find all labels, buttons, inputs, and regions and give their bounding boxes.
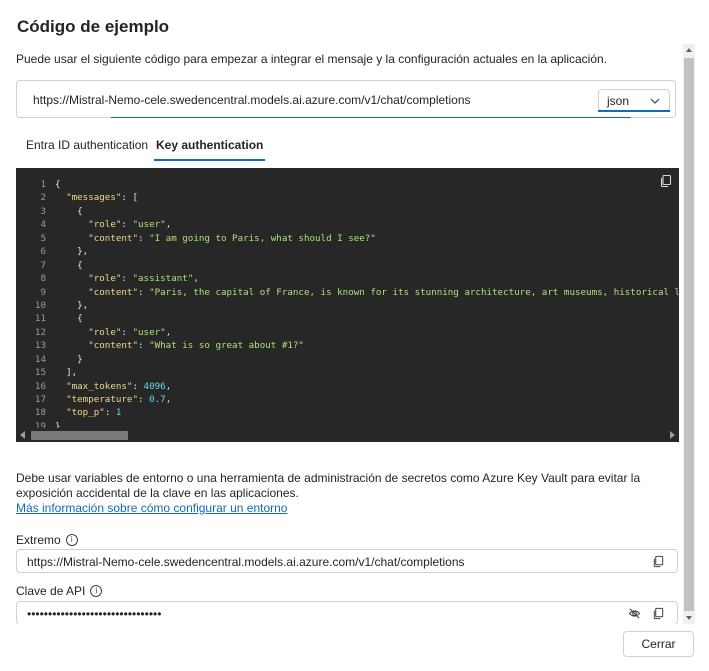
- code-line: 12 "role": "user",: [16, 326, 679, 339]
- scroll-down-arrow[interactable]: [686, 616, 692, 620]
- line-number: 6: [40, 246, 46, 258]
- endpoint-value: https://Mistral-Nemo-cele.swedencentral.…: [27, 555, 465, 569]
- scroll-left-arrow[interactable]: [20, 431, 25, 439]
- code-line: 9 "content": "Paris, the capital of Fran…: [16, 286, 679, 299]
- scrollbar-thumb[interactable]: [31, 431, 128, 440]
- code-line: 17 "temperature": 0.7,: [16, 393, 679, 406]
- copy-icon[interactable]: [659, 174, 673, 188]
- code-text: {: [55, 205, 83, 217]
- dialog-vertical-scrollbar[interactable]: [683, 44, 695, 624]
- code-text: "role": "user",: [88, 326, 172, 338]
- code-line: 5 "content": "I am going to Paris, what …: [16, 232, 679, 245]
- code-text: },: [55, 299, 89, 311]
- tab-key-authentication[interactable]: Key authentication: [154, 138, 266, 161]
- code-line: 7 {: [16, 259, 679, 272]
- code-text: "messages": [: [66, 192, 139, 204]
- scroll-right-arrow[interactable]: [670, 431, 675, 439]
- code-block[interactable]: 1{2 "messages": [3 {4 "role": "user", 5 "…: [16, 168, 679, 442]
- line-number: 2: [40, 192, 46, 204]
- code-line: 6 },: [16, 245, 679, 258]
- code-text: "content": "Paris, the capital of France…: [88, 286, 679, 298]
- url-underline: [111, 117, 631, 118]
- endpoint-field[interactable]: https://Mistral-Nemo-cele.swedencentral.…: [16, 549, 678, 573]
- line-number: 12: [34, 326, 46, 338]
- info-icon[interactable]: i: [65, 534, 78, 546]
- line-number: 18: [34, 407, 46, 419]
- line-number: 14: [34, 353, 46, 365]
- code-line: 3 {: [16, 205, 679, 218]
- more-info-link[interactable]: Más información sobre cómo configurar un…: [16, 501, 287, 515]
- tab-label: Entra ID authentication: [26, 138, 149, 152]
- line-number: 10: [34, 299, 46, 311]
- format-select-underline: [598, 110, 670, 112]
- endpoint-url-text: https://Mistral-Nemo-cele.swedencentral.…: [33, 93, 471, 107]
- dialog-title: Código de ejemplo: [17, 17, 170, 36]
- line-number: 9: [40, 286, 46, 298]
- line-number: 3: [40, 205, 46, 217]
- line-number: 16: [34, 380, 46, 392]
- api-key-value: ••••••••••••••••••••••••••••••••: [27, 607, 162, 621]
- line-number: 7: [40, 259, 46, 271]
- code-text: {: [55, 313, 83, 325]
- close-button[interactable]: Cerrar: [623, 631, 694, 657]
- code-line: 18 "top_p": 1: [16, 406, 679, 419]
- scroll-up-arrow[interactable]: [686, 48, 692, 52]
- format-select-value: json: [607, 94, 630, 108]
- code-line: 2 "messages": [: [16, 191, 679, 204]
- api-key-field-label: Clave de API i: [16, 584, 103, 598]
- endpoint-field-label: Extremo i: [16, 533, 78, 547]
- code-text: "temperature": 0.7,: [66, 394, 172, 405]
- code-horizontal-scrollbar[interactable]: [16, 428, 679, 442]
- eye-off-icon[interactable]: [628, 607, 641, 620]
- code-text: },: [55, 246, 89, 258]
- dialog-content: Puede usar el siguiente código para empe…: [0, 44, 697, 624]
- line-number: 13: [34, 340, 46, 352]
- line-number: 4: [40, 219, 46, 231]
- code-text: "max_tokens": 4096,: [66, 380, 172, 392]
- api-key-field[interactable]: ••••••••••••••••••••••••••••••••: [16, 601, 678, 624]
- code-lines: 1{2 "messages": [3 {4 "role": "user", 5 "…: [16, 178, 679, 433]
- code-text: {: [55, 259, 83, 271]
- code-text: "role": "assistant",: [88, 273, 199, 285]
- code-line: 14 }: [16, 353, 679, 366]
- code-line: 1{: [16, 178, 679, 191]
- code-text: "content": "What is so great about #1?": [88, 340, 304, 352]
- line-number: 17: [34, 394, 46, 405]
- line-number: 15: [34, 367, 46, 379]
- code-line: 16 "max_tokens": 4096,: [16, 380, 679, 393]
- info-icon[interactable]: i: [90, 585, 103, 597]
- copy-icon[interactable]: [652, 555, 665, 568]
- code-line: 8 "role": "assistant",: [16, 272, 679, 285]
- chevron-down-icon: [650, 98, 660, 104]
- copy-icon[interactable]: [652, 607, 665, 620]
- code-text: ],: [55, 367, 78, 379]
- code-line: 15 ],: [16, 366, 679, 379]
- tab-entra-id-authentication[interactable]: Entra ID authentication: [26, 138, 148, 152]
- code-text: "role": "user",: [88, 219, 172, 231]
- line-number: 1: [40, 179, 46, 190]
- code-line: 10 },: [16, 299, 679, 312]
- code-line: 13 "content": "What is so great about #1…: [16, 339, 679, 352]
- scrollbar-thumb[interactable]: [684, 58, 694, 611]
- code-text: {: [55, 179, 61, 190]
- tab-selected-indicator: [154, 159, 266, 161]
- code-text: }: [55, 353, 83, 365]
- tab-label: Key authentication: [156, 138, 264, 152]
- code-text: "top_p": 1: [66, 407, 122, 419]
- secrets-warning: Debe usar variables de entorno o una her…: [16, 471, 641, 500]
- line-number: 5: [40, 232, 46, 244]
- code-line: 11 {: [16, 312, 679, 325]
- dialog-description: Puede usar el siguiente código para empe…: [16, 52, 608, 66]
- endpoint-label-text: Extremo: [16, 533, 61, 547]
- api-key-label-text: Clave de API: [16, 584, 86, 598]
- code-line: 4 "role": "user",: [16, 218, 679, 231]
- endpoint-url-bar: https://Mistral-Nemo-cele.swedencentral.…: [16, 80, 676, 118]
- line-number: 8: [40, 273, 46, 285]
- code-text: "content": "I am going to Paris, what sh…: [88, 232, 376, 244]
- format-select[interactable]: json: [598, 89, 670, 112]
- line-number: 11: [34, 313, 46, 325]
